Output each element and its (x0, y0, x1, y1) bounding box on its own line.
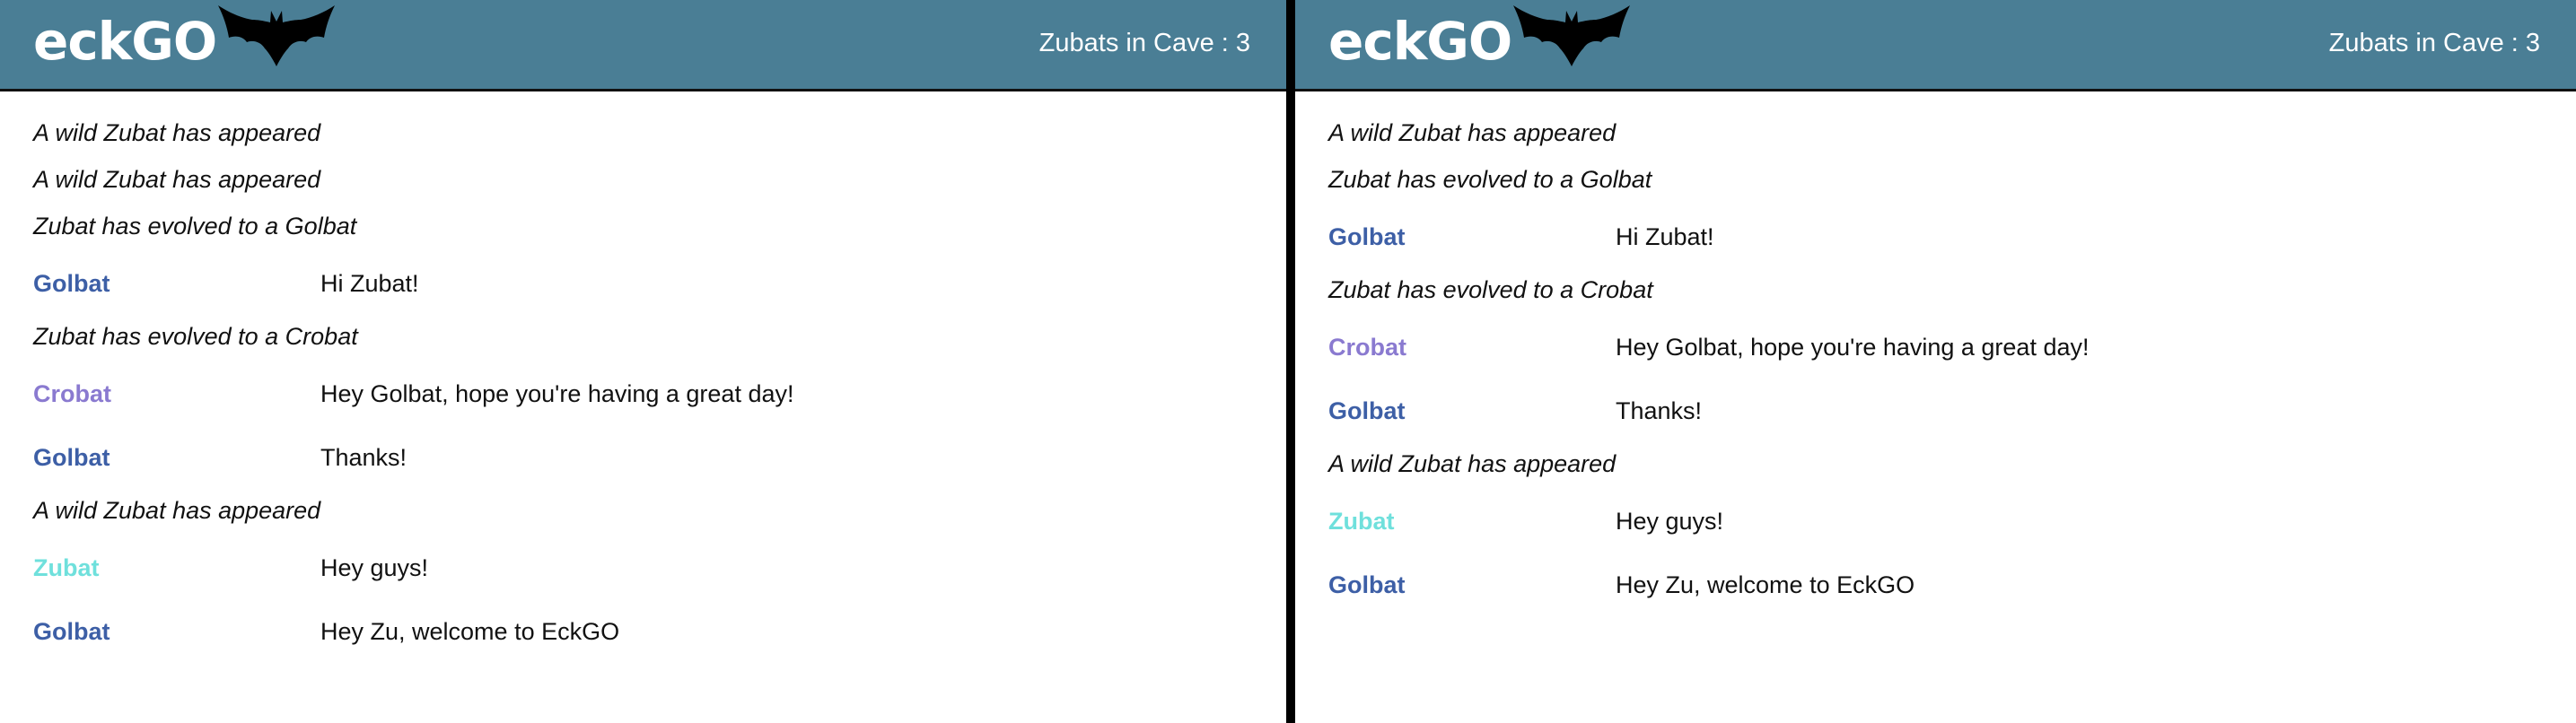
zubats-in-cave-count: Zubats in Cave : 3 (1038, 29, 1250, 57)
chat-message-row: Golbat Hey Zu, welcome to EckGO (1328, 533, 2576, 598)
system-event-row: A wild Zubat has appeared (33, 91, 1286, 146)
message-list: A wild Zubat has appeared Zubat has evolv… (1328, 91, 2576, 598)
pane-divider (1286, 0, 1295, 723)
chat-message-row: Golbat Hi Zubat! (1328, 185, 2576, 250)
system-event-row: Zubat has evolved to a Crobat (33, 295, 1286, 350)
system-event-row: A wild Zubat has appeared (1328, 422, 2576, 477)
system-event-row: A wild Zubat has appeared (1328, 91, 2576, 146)
chat-message-row: Crobat Hey Golbat, hope you're having a g… (33, 342, 1286, 407)
chat-window-left: eckGO Zubats in Cave : 3 A wild Zubat ha… (0, 0, 1286, 723)
system-event-row: A wild Zubat has appeared (33, 469, 1286, 524)
bat-icon (218, 5, 335, 66)
chat-message-row: Golbat Thanks! (33, 405, 1286, 471)
chat-message-row: Zubat Hey guys! (33, 516, 1286, 581)
chat-message-row: Crobat Hey Golbat, hope you're having a g… (1328, 295, 2576, 361)
system-event-row: Zubat has evolved to a Golbat (33, 185, 1286, 240)
bat-icon (1513, 5, 1630, 66)
message-username: Golbat (1328, 571, 1406, 598)
message-username: Golbat (33, 618, 110, 645)
system-event-row: A wild Zubat has appeared (33, 138, 1286, 193)
message-text: Hey Zu, welcome to EckGO (320, 618, 620, 645)
system-event-row: Zubat has evolved to a Golbat (1328, 138, 2576, 193)
chat-message-row: Zubat Hey guys! (1328, 469, 2576, 535)
system-event-row: Zubat has evolved to a Crobat (1328, 248, 2576, 303)
app-header: eckGO Zubats in Cave : 3 (0, 0, 1286, 91)
chat-message-row: Golbat Thanks! (1328, 359, 2576, 424)
zubats-in-cave-count: Zubats in Cave : 3 (2328, 29, 2540, 57)
message-list: A wild Zubat has appeared A wild Zubat ha… (33, 91, 1286, 645)
chat-message-row: Golbat Hi Zubat! (33, 231, 1286, 297)
app-logo: eckGO (33, 11, 217, 72)
chat-window-right: eckGO Zubats in Cave : 3 A wild Zubat ha… (1295, 0, 2576, 723)
app-logo: eckGO (1328, 11, 1512, 72)
app-header: eckGO Zubats in Cave : 3 (1295, 0, 2576, 91)
message-text: Hey Zu, welcome to EckGO (1616, 571, 1915, 598)
chat-message-row: Golbat Hey Zu, welcome to EckGO (33, 579, 1286, 645)
